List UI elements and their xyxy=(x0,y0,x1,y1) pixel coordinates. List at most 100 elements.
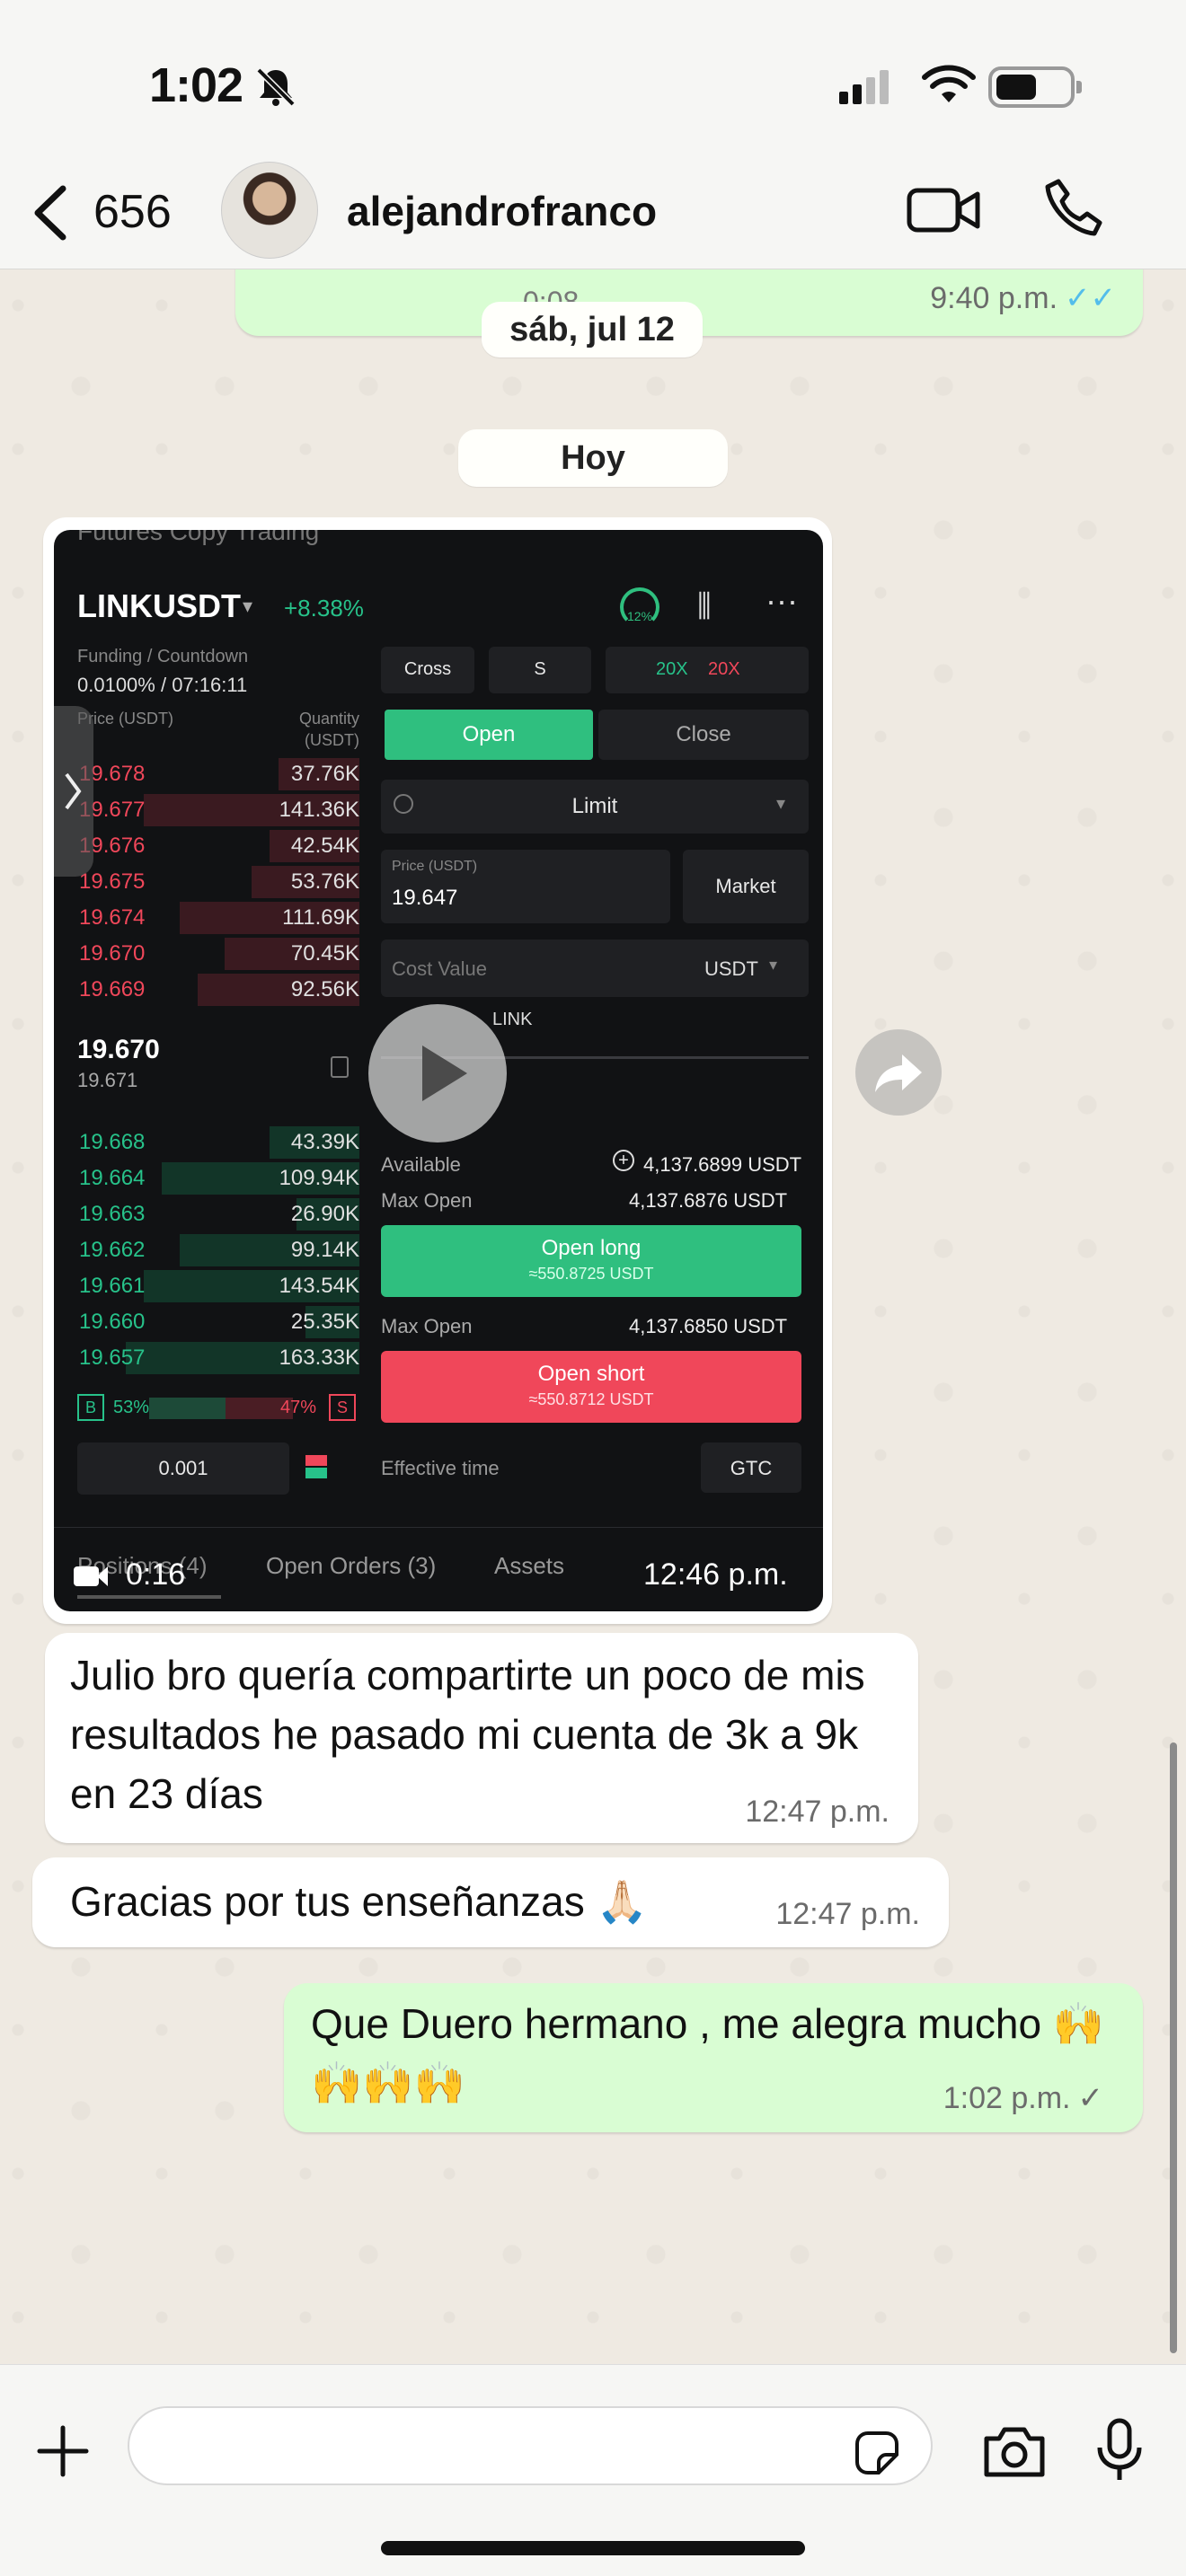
orderbook-quantity: 109.94K xyxy=(279,1166,359,1190)
sticker-icon[interactable] xyxy=(852,2428,902,2478)
screen-lev-short: 20X xyxy=(708,659,740,679)
screen-asset: LINK xyxy=(492,1010,533,1029)
screen-market-btn: Market xyxy=(683,850,809,923)
screen-sell-pct: 47% xyxy=(280,1398,317,1417)
screen-assets-tab: Assets xyxy=(494,1552,565,1579)
screen-price-input: Price (USDT) 19.647 xyxy=(381,850,670,923)
back-chevron-icon[interactable] xyxy=(27,181,81,244)
screen-last-price: 19.670 xyxy=(77,1035,160,1064)
orderbook-quantity: 53.76K xyxy=(290,869,359,894)
orderbook-price: 19.668 xyxy=(79,1130,146,1154)
screen-effective-label: Effective time xyxy=(381,1457,500,1479)
screen-price-value: 19.647 xyxy=(392,886,458,910)
screen-open-short-btn: Open short ≈550.8712 USDT xyxy=(381,1351,801,1423)
orderbook-quantity: 143.54K xyxy=(279,1274,359,1298)
screen-lev-long: 20X xyxy=(656,659,688,679)
screen-cost-unit: USDT xyxy=(704,957,758,980)
screen-ratio-bar xyxy=(149,1398,293,1419)
screen-candle-icon: ⫼ xyxy=(697,589,712,623)
incoming-message[interactable]: Julio bro quería compartirte un poco de … xyxy=(45,1633,918,1843)
message-input[interactable] xyxy=(128,2406,933,2485)
orderbook-price: 19.657 xyxy=(79,1345,146,1370)
screen-sell-tag: S xyxy=(329,1394,356,1421)
battery-icon xyxy=(988,66,1082,108)
screen-funding-label: Funding / Countdown xyxy=(77,647,249,666)
video-call-icon[interactable] xyxy=(906,181,981,239)
orderbook-quantity: 26.90K xyxy=(290,1202,359,1226)
screen-order-type: Limit ▾ xyxy=(381,780,809,834)
orderbook-quantity: 70.45K xyxy=(290,941,359,966)
screen-order-type-caret: ▾ xyxy=(776,794,786,814)
orderbook-price: 19.660 xyxy=(79,1310,146,1334)
screen-col-price: Price (USDT) xyxy=(77,710,173,728)
screen-step-value: 0.001 xyxy=(158,1457,208,1479)
screen-cost-label: Cost Value xyxy=(392,957,487,980)
unread-count[interactable]: 656 xyxy=(93,185,172,239)
screen-max-open-label-2: Max Open xyxy=(381,1315,473,1337)
contact-avatar[interactable] xyxy=(221,162,318,259)
microphone-icon[interactable] xyxy=(1093,2417,1146,2483)
orderbook-quantity: 141.36K xyxy=(279,798,359,822)
screen-s-btn: S xyxy=(489,647,591,693)
screen-leverage-btn: 20X 20X xyxy=(606,647,809,693)
screen-funding-value: 0.0100% / 07:16:11 xyxy=(77,674,248,696)
orderbook-price: 19.664 xyxy=(79,1166,146,1190)
play-button[interactable] xyxy=(368,1004,507,1142)
orderbook-row: 19.664 109.94K xyxy=(54,1160,359,1196)
orderbook-row: 19.668 43.39K xyxy=(54,1125,359,1160)
orderbook-row: 19.676 42.54K xyxy=(54,828,359,864)
wifi-icon xyxy=(922,65,976,102)
orderbook-quantity: 42.54K xyxy=(290,834,359,858)
screen-max-open-short: 4,137.6850 USDT xyxy=(629,1315,788,1337)
screen-mark-price: 19.671 xyxy=(77,1069,138,1091)
video-camera-icon xyxy=(74,1566,99,1586)
screen-open-long-sub: ≈550.8725 USDT xyxy=(528,1265,654,1283)
orderbook-row: 19.661 143.54K xyxy=(54,1268,359,1304)
phone-call-icon[interactable] xyxy=(1042,176,1105,239)
screen-orders-tab: Open Orders (3) xyxy=(266,1552,437,1579)
screen-open-short-sub: ≈550.8712 USDT xyxy=(528,1390,654,1408)
message-time: 12:47 p.m. xyxy=(775,1897,920,1931)
orderbook-quantity: 163.33K xyxy=(279,1345,359,1370)
screen-open-label: Open xyxy=(462,722,516,746)
outgoing-message[interactable]: Que Duero hermano , me alegra mucho 🙌🙌🙌🙌… xyxy=(284,1983,1143,2132)
screen-divider xyxy=(54,1527,823,1528)
camera-icon[interactable] xyxy=(981,2422,1048,2480)
screen-change: +8.38% xyxy=(284,595,364,622)
video-camera-lens xyxy=(97,1566,108,1586)
scrollbar[interactable] xyxy=(1170,1742,1177,2353)
screen-more-icon: ··· xyxy=(766,582,798,619)
message-time: 9:40 p.m. ✓✓ xyxy=(930,280,1116,316)
screen-cross-label: Cross xyxy=(403,659,452,679)
attach-plus-icon[interactable] xyxy=(34,2422,92,2480)
orderbook-row: 19.670 70.45K xyxy=(54,936,359,972)
screen-cost-input: Cost Value USDT ▾ xyxy=(381,940,809,997)
screen-step-select: 0.001 xyxy=(77,1442,289,1495)
contact-name[interactable]: alejandrofranco xyxy=(347,187,657,235)
screen-side-chevron xyxy=(54,706,93,877)
message-time-text: 9:40 p.m. xyxy=(930,281,1058,315)
orderbook-row: 19.678 37.76K xyxy=(54,756,359,792)
screen-dropdown-icon: ▾ xyxy=(243,595,253,617)
screen-buy-tag: B xyxy=(77,1394,104,1421)
incoming-message[interactable]: Gracias por tus enseñanzas 🙏🏻 12:47 p.m. xyxy=(32,1857,949,1947)
screen-depth-icon-red xyxy=(305,1455,327,1466)
orderbook-quantity: 43.39K xyxy=(290,1130,359,1154)
previous-partial-text: 0:08 xyxy=(523,286,580,304)
video-duration: 0:16 xyxy=(126,1557,186,1592)
screen-order-type-label: Limit xyxy=(571,794,618,818)
orderbook-row: 19.657 163.33K xyxy=(54,1340,359,1376)
bell-muted-icon xyxy=(256,67,296,107)
sent-tick-icon: ✓ xyxy=(1077,2081,1104,2115)
status-time: 1:02 xyxy=(149,58,243,112)
chat-header: 1:02 656 alejandrofranco xyxy=(0,0,1186,269)
screen-book-icon xyxy=(331,1056,349,1078)
orderbook-price: 19.663 xyxy=(79,1202,146,1226)
orderbook-quantity: 25.35K xyxy=(290,1310,359,1334)
screen-cross-btn: Cross xyxy=(381,647,474,693)
forward-button[interactable] xyxy=(855,1029,942,1116)
screen-pair: LINKUSDT xyxy=(77,587,241,624)
message-time-text: 1:02 p.m. xyxy=(943,2081,1071,2115)
cellular-signal-icon xyxy=(839,70,893,104)
screen-available-value: 4,137.6899 USDT xyxy=(643,1153,802,1176)
